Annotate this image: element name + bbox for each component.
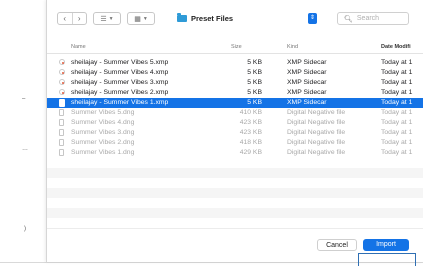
location-name: Preset Files: [191, 14, 234, 23]
document-icon: [59, 109, 66, 117]
empty-row: [47, 198, 423, 208]
file-size: 423 KB: [239, 129, 262, 136]
file-date: Today at 1: [381, 99, 413, 106]
forward-button[interactable]: ›: [71, 13, 87, 24]
chevron-down-icon: ▼: [108, 15, 114, 22]
footer-divider: [47, 228, 423, 229]
file-date: Today at 1: [381, 109, 413, 116]
search-placeholder: Search: [356, 15, 380, 22]
file-name: Summer Vibes 2.dng: [71, 139, 135, 146]
file-size: 5 KB: [247, 89, 262, 96]
file-kind: XMP Sidecar: [287, 59, 327, 66]
file-date: Today at 1: [381, 139, 413, 146]
column-kind[interactable]: Kind: [287, 44, 298, 50]
location-popup-arrows-icon[interactable]: ⇕: [308, 13, 317, 24]
file-size: 423 KB: [239, 119, 262, 126]
file-date: Today at 1: [381, 129, 413, 136]
column-header: Name Size Kind Date Modifi: [47, 40, 423, 54]
file-size: 5 KB: [247, 79, 262, 86]
file-row-disabled: Summer Vibes 3.dng 423 KB Digital Negati…: [47, 128, 423, 138]
file-name: sheilajay - Summer Vibes 1.xmp: [71, 99, 169, 106]
file-row-disabled: Summer Vibes 2.dng 418 KB Digital Negati…: [47, 138, 423, 148]
file-size: 429 KB: [239, 149, 262, 156]
file-row-disabled: Summer Vibes 4.dng 423 KB Digital Negati…: [47, 118, 423, 128]
file-kind: XMP Sidecar: [287, 69, 327, 76]
file-size: 5 KB: [247, 99, 262, 106]
file-name: Summer Vibes 3.dng: [71, 129, 135, 136]
file-row[interactable]: sheilajay - Summer Vibes 5.xmp 5 KB XMP …: [47, 58, 423, 68]
empty-row: [47, 168, 423, 178]
search-icon: 🔍︎: [344, 15, 353, 23]
backdrop-mark: ): [24, 226, 26, 232]
file-row[interactable]: sheilajay - Summer Vibes 2.xmp 5 KB XMP …: [47, 88, 423, 98]
document-icon: [59, 129, 66, 137]
list-view-button[interactable]: ☰ ▼: [93, 12, 121, 25]
file-row-selected[interactable]: sheilajay - Summer Vibes 1.xmp 5 KB XMP …: [47, 98, 423, 108]
group-view-button[interactable]: ▦ ▼: [127, 12, 155, 25]
file-size: 5 KB: [247, 69, 262, 76]
empty-row: [47, 188, 423, 198]
file-date: Today at 1: [381, 69, 413, 76]
back-button[interactable]: ‹: [58, 13, 72, 24]
xmp-file-icon: [59, 89, 66, 97]
open-file-dialog: ‹ › ☰ ▼ ▦ ▼ Preset Files ⇕ 🔍︎ Search Nam…: [46, 0, 423, 266]
document-icon: [59, 139, 66, 147]
file-name: Summer Vibes 1.dng: [71, 149, 135, 156]
chevron-down-icon: ▼: [142, 15, 148, 22]
back-forward-control: ‹ ›: [57, 12, 87, 25]
file-name: sheilajay - Summer Vibes 2.xmp: [71, 89, 169, 96]
file-date: Today at 1: [381, 119, 413, 126]
cancel-button[interactable]: Cancel: [317, 239, 357, 251]
file-name: Summer Vibes 4.dng: [71, 119, 135, 126]
xmp-file-icon: [59, 69, 66, 77]
empty-row: [47, 158, 423, 168]
document-icon: [59, 149, 66, 157]
list-view-icon: ☰: [100, 15, 107, 23]
file-list: sheilajay - Summer Vibes 5.xmp 5 KB XMP …: [47, 58, 423, 218]
column-size[interactable]: Size: [231, 44, 242, 50]
file-name: Summer Vibes 5.dng: [71, 109, 135, 116]
file-kind: Digital Negative file: [287, 129, 346, 136]
file-date: Today at 1: [381, 79, 413, 86]
column-date-modified[interactable]: Date Modifi: [381, 44, 411, 50]
file-kind: Digital Negative file: [287, 139, 346, 146]
file-date: Today at 1: [381, 89, 413, 96]
document-icon: [59, 119, 66, 127]
file-kind: XMP Sidecar: [287, 79, 327, 86]
file-size: 5 KB: [247, 59, 262, 66]
backdrop-mark: …: [22, 146, 28, 152]
file-row-disabled: Summer Vibes 1.dng 429 KB Digital Negati…: [47, 148, 423, 158]
file-size: 410 KB: [239, 109, 262, 116]
search-field[interactable]: 🔍︎ Search: [337, 12, 409, 25]
empty-row: [47, 208, 423, 218]
backdrop-mark: –: [22, 96, 26, 102]
document-icon: [59, 99, 66, 107]
file-date: Today at 1: [381, 149, 413, 156]
column-name[interactable]: Name: [71, 44, 86, 50]
file-date: Today at 1: [381, 59, 413, 66]
file-kind: XMP Sidecar: [287, 99, 327, 106]
file-kind: XMP Sidecar: [287, 89, 327, 96]
file-name: sheilajay - Summer Vibes 4.xmp: [71, 69, 169, 76]
dialog-toolbar: ‹ › ☰ ▼ ▦ ▼ Preset Files ⇕ 🔍︎ Search: [47, 8, 423, 30]
focus-highlight: [358, 253, 416, 266]
file-kind: Digital Negative file: [287, 109, 346, 116]
file-size: 418 KB: [239, 139, 262, 146]
file-kind: Digital Negative file: [287, 119, 346, 126]
xmp-file-icon: [59, 59, 66, 67]
import-button[interactable]: Import: [363, 239, 409, 251]
xmp-file-icon: [59, 79, 66, 87]
folder-icon: [177, 13, 187, 22]
file-row[interactable]: sheilajay - Summer Vibes 3.xmp 5 KB XMP …: [47, 78, 423, 88]
grid-view-icon: ▦: [134, 15, 141, 23]
file-row-disabled: Summer Vibes 5.dng 410 KB Digital Negati…: [47, 108, 423, 118]
file-name: sheilajay - Summer Vibes 3.xmp: [71, 79, 169, 86]
file-kind: Digital Negative file: [287, 149, 346, 156]
file-row[interactable]: sheilajay - Summer Vibes 4.xmp 5 KB XMP …: [47, 68, 423, 78]
empty-row: [47, 178, 423, 188]
file-name: sheilajay - Summer Vibes 5.xmp: [71, 59, 169, 66]
